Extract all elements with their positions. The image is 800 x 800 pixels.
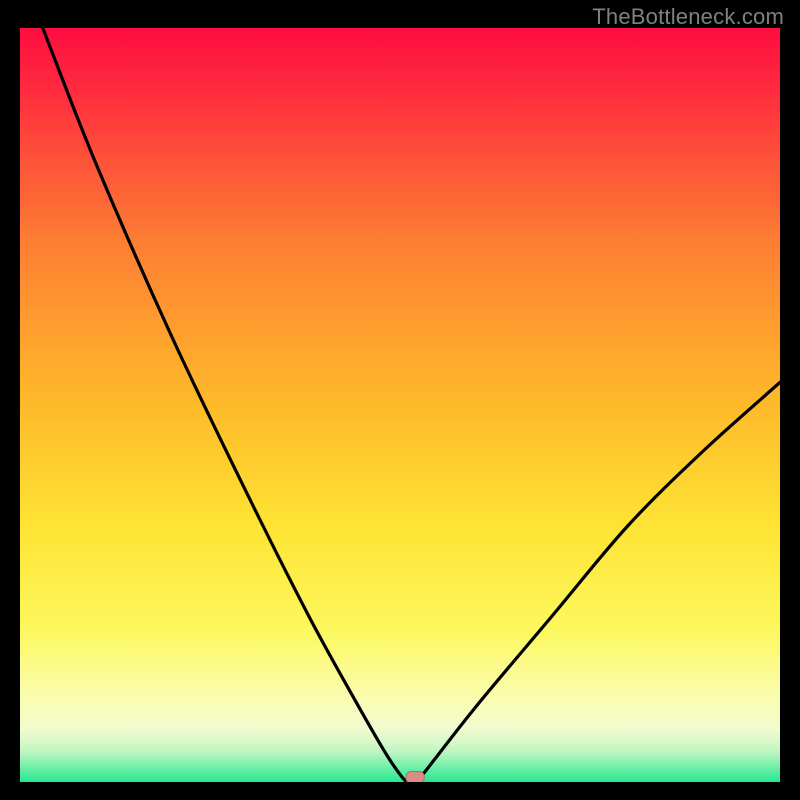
gradient-background <box>20 28 780 782</box>
watermark-text: TheBottleneck.com <box>592 4 784 30</box>
chart-frame: TheBottleneck.com <box>0 0 800 800</box>
chart-svg <box>20 28 780 782</box>
minimum-marker <box>406 771 424 782</box>
plot-area <box>20 28 780 782</box>
